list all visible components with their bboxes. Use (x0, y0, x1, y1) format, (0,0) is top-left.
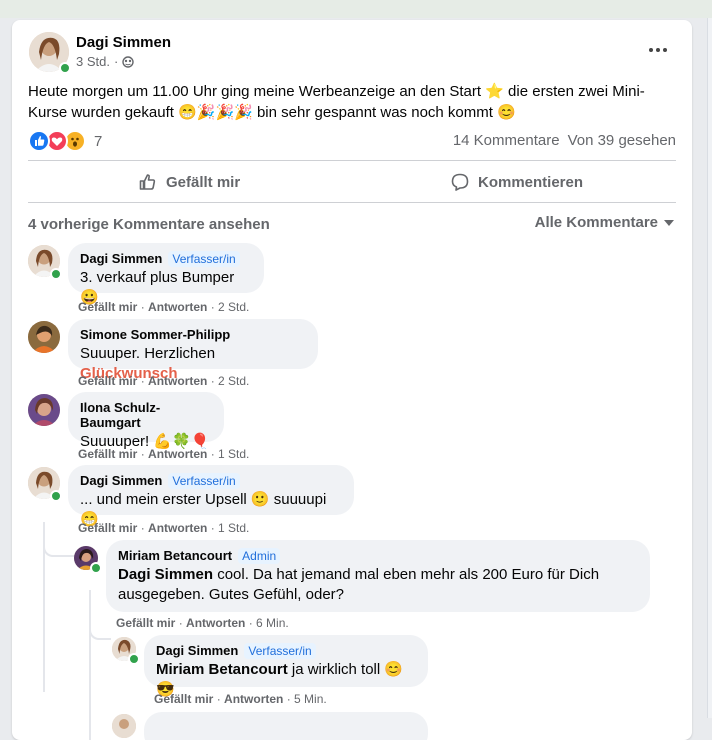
reply-bubble: Miriam Betancourt Admin Dagi Simmen cool.… (106, 540, 650, 612)
comment-time[interactable]: 6 Min. (256, 616, 289, 630)
comment-like-link[interactable]: Gefällt mir (78, 300, 137, 314)
author-badge: Verfasser/in (168, 473, 240, 489)
commenter-name[interactable]: Dagi Simmen (80, 251, 162, 266)
comment-bubble-icon (450, 172, 470, 192)
reply-text-line-2: ausgegeben. Gutes Gefühl, oder? (118, 586, 344, 603)
comment-actions: Gefällt mir · Antworten · 6 Min. (116, 616, 289, 630)
commenter-name[interactable]: Miriam Betancourt (118, 548, 232, 563)
commenter-name[interactable]: Ilona Schulz-Baumgart (80, 400, 212, 430)
reply-bubble (144, 712, 428, 740)
online-indicator (59, 62, 71, 74)
comment-reply-link[interactable]: Antworten (148, 374, 207, 388)
thread-connector (43, 535, 75, 557)
comment-bubble: Simone Sommer-Philipp Suuuper. Herzliche… (68, 319, 318, 382)
divider-bottom (28, 202, 676, 203)
comment-like-link[interactable]: Gefällt mir (78, 521, 137, 535)
post-time[interactable]: 3 Std. (76, 54, 110, 69)
top-strip (0, 0, 712, 18)
audience-globe-icon[interactable] (122, 55, 135, 68)
post-text: Heute morgen um 11.00 Uhr ging meine Wer… (28, 81, 678, 123)
comment-like-link[interactable]: Gefällt mir (116, 616, 175, 630)
reply-text-line-1: Dagi Simmen cool. Da hat jemand mal eben… (118, 565, 638, 585)
comment-time[interactable]: 1 Std. (218, 447, 249, 461)
mention-link[interactable]: Miriam Betancourt (156, 661, 288, 678)
dot-separator: · (113, 54, 119, 69)
comment-reply-link[interactable]: Antworten (224, 692, 283, 706)
thread-connector-nested (89, 618, 111, 640)
comment-button-label: Kommentieren (478, 173, 584, 191)
view-previous-comments-link[interactable]: 4 vorherige Kommentare ansehen (28, 216, 270, 233)
comment-bubble: Ilona Schulz-Baumgart Suuuuper! 💪🍀🎈 (68, 392, 224, 450)
more-options-icon[interactable] (646, 42, 670, 58)
online-indicator (50, 490, 62, 502)
post-text-line-1: Heute morgen um 11.00 Uhr ging meine Wer… (28, 83, 645, 100)
comment-filter-dropdown[interactable]: Alle Kommentare (535, 214, 674, 231)
comment-time[interactable]: 5 Min. (294, 692, 327, 706)
commenter-name-row: Dagi Simmen Verfasser/in (156, 643, 416, 659)
like-button-label: Gefällt mir (166, 173, 241, 191)
comment-reply-link[interactable]: Antworten (186, 616, 245, 630)
post-text-line-2: Kurse wurden gekauft 😁🎉🎉🎉 bin sehr gespa… (28, 104, 516, 121)
avatar-image-icon (28, 394, 60, 426)
comment-bubble: Dagi Simmen Verfasser/in 3. verkauf plus … (68, 243, 264, 306)
commenter-name-row: Dagi Simmen Verfasser/in (80, 473, 342, 489)
comment-reply-link[interactable]: Antworten (148, 521, 207, 535)
seen-count[interactable]: Von 39 gesehen (568, 132, 676, 149)
commenter-name[interactable]: Dagi Simmen (156, 643, 238, 658)
commenter-name[interactable]: Dagi Simmen (80, 473, 162, 488)
commenter-name-row: Miriam Betancourt Admin (118, 548, 638, 564)
author-badge: Verfasser/in (244, 643, 316, 659)
commenter-name[interactable]: Simone Sommer-Philipp (80, 327, 306, 342)
comment-actions: Gefällt mir · Antworten · 2 Std. (78, 374, 250, 388)
comment-time[interactable]: 2 Std. (218, 300, 249, 314)
reactions-summary[interactable]: 7 (28, 130, 102, 152)
comment-actions: Gefällt mir · Antworten · 5 Min. (154, 692, 327, 706)
caret-down-icon (664, 219, 674, 226)
comment-reply-link[interactable]: Antworten (148, 447, 207, 461)
author-badge: Verfasser/in (168, 251, 240, 267)
comment-text: Suuuper. Herzlichen (80, 345, 216, 362)
comment-count[interactable]: 14 Kommentare (453, 132, 560, 149)
comment-like-link[interactable]: Gefällt mir (78, 447, 137, 461)
mention-link[interactable]: Dagi Simmen (118, 566, 213, 583)
commenter-avatar[interactable] (28, 321, 60, 353)
comment-actions: Gefällt mir · Antworten · 1 Std. (78, 447, 250, 461)
comment-time[interactable]: 1 Std. (218, 521, 249, 535)
post-meta: 3 Std. · (76, 54, 135, 69)
comment-actions: Gefällt mir · Antworten · 1 Std. (78, 521, 250, 535)
reply-bubble: Dagi Simmen Verfasser/in Miriam Betancour… (144, 635, 428, 698)
reply-text-part: cool. Da hat jemand mal eben mehr als 20… (213, 566, 600, 583)
comment-filter-label: Alle Kommentare (534, 214, 658, 231)
admin-badge: Admin (238, 548, 281, 564)
avatar-image-icon (28, 321, 60, 353)
comment-time[interactable]: 2 Std. (218, 374, 249, 388)
post-stats: 14 Kommentare Von 39 gesehen (453, 132, 676, 149)
right-scroll-strip[interactable] (707, 18, 712, 718)
commenter-name-row: Dagi Simmen Verfasser/in (80, 251, 252, 267)
reaction-count: 7 (94, 132, 103, 150)
commenter-avatar[interactable] (28, 394, 60, 426)
comment-bubble: Dagi Simmen Verfasser/in ... und mein ers… (68, 465, 354, 528)
post-card: Dagi Simmen 3 Std. · Heute morgen um 11.… (12, 20, 692, 740)
divider-top (28, 160, 676, 161)
comment-button[interactable]: Kommentieren (450, 172, 583, 192)
reply-text: Dagi Simmen cool. Da hat jemand mal eben… (118, 565, 638, 605)
online-indicator (128, 653, 140, 665)
post-author-name[interactable]: Dagi Simmen (76, 34, 171, 51)
online-indicator (90, 562, 102, 574)
online-indicator (50, 268, 62, 280)
comment-reply-link[interactable]: Antworten (148, 300, 207, 314)
comment-like-link[interactable]: Gefällt mir (78, 374, 137, 388)
like-button[interactable]: Gefällt mir (138, 172, 240, 192)
comment-actions: Gefällt mir · Antworten · 2 Std. (78, 300, 250, 314)
thumbs-up-icon (138, 172, 158, 192)
comment-like-link[interactable]: Gefällt mir (154, 692, 213, 706)
like-reaction-icon (28, 130, 50, 152)
